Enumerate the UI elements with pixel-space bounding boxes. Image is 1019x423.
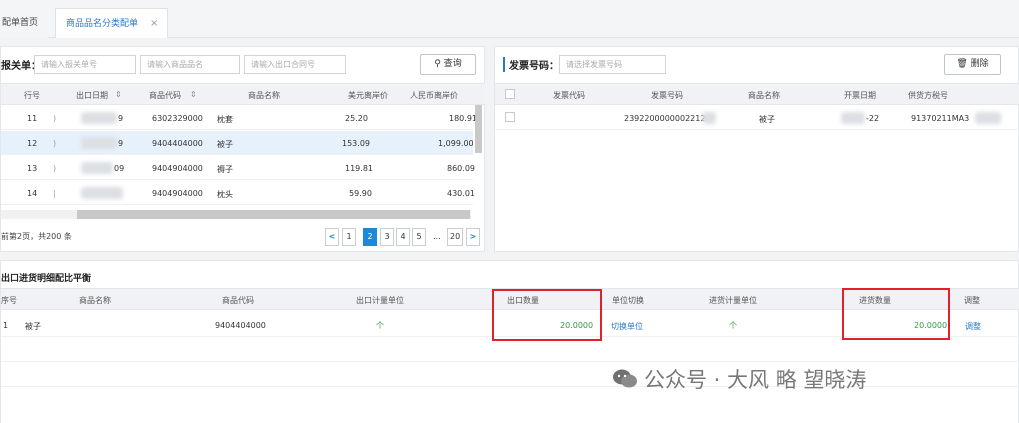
redacted-date <box>81 187 123 199</box>
page-button[interactable]: 4 <box>396 228 410 246</box>
col-import-unit: 进货计量单位 <box>709 296 757 305</box>
balance-panel: 出口进货明细配比平衡 序号 商品名称 商品代码 出口计量单位 出口数量 单位切换… <box>0 260 1019 423</box>
page-button[interactable]: 5 <box>412 228 426 246</box>
tab-bar: 配单首页 商品品名分类配单 × <box>0 0 1019 38</box>
close-icon[interactable]: × <box>150 9 158 39</box>
highlight-export-qty <box>492 289 602 341</box>
col-product-code[interactable]: 商品代码 <box>149 90 181 101</box>
redacted-date <box>81 162 113 174</box>
customs-declaration-panel: 报关单： 请输入报关单号 请输入商品品名 请输入出口合同号 ⚲ 查询 行号 出口… <box>0 46 485 252</box>
query-button-label: 查询 <box>443 59 462 69</box>
highlight-import-qty <box>842 288 950 340</box>
watermark-text: 公众号 · 大风 略 望晓涛 <box>644 368 867 392</box>
select-all-checkbox[interactable] <box>505 89 515 99</box>
col-export-unit: 出口计量单位 <box>356 296 404 305</box>
table-row[interactable]: 13 ) 09 9404904000 褥子 119.81 860.09 <box>1 156 475 180</box>
invoice-panel: 发票号码： 请选择发票号码 🗑 删除 发票代码 发票号码 商品名称 开票日期 供… <box>494 46 1019 252</box>
redacted-date <box>81 112 117 124</box>
invoice-number-label: 发票号码： <box>503 57 559 72</box>
col-product-name: 商品名称 <box>79 296 111 305</box>
product-name-input[interactable]: 请输入商品品名 <box>140 55 240 74</box>
horizontal-scrollbar-thumb[interactable] <box>77 210 470 219</box>
col-cny-fob: 人民币离岸价 <box>410 91 458 100</box>
col-product-code: 商品代码 <box>222 296 254 305</box>
col-invoice-code: 发票代码 <box>553 91 585 100</box>
trash-icon: 🗑 <box>956 59 968 69</box>
tab-active-label: 商品品名分类配单 <box>66 19 139 29</box>
col-product-name: 商品名称 <box>748 91 780 100</box>
table-row[interactable]: 11 ) 9 6302329000 枕套 25.20 180.91 <box>1 106 477 130</box>
page-button[interactable]: 3 <box>380 228 394 246</box>
page-ellipsis: ... <box>433 232 441 241</box>
col-supplier-tax-id: 供货方税号 <box>908 91 948 100</box>
col-line-no: 行号 <box>24 91 40 100</box>
col-seq: 序号 <box>1 296 17 305</box>
col-export-date[interactable]: 出口日期 <box>76 90 108 101</box>
section-title: 出口进货明细配比平衡 <box>1 274 92 284</box>
switch-unit-link[interactable]: 切换单位 <box>611 321 643 332</box>
sort-icon[interactable]: ⇕ <box>190 90 197 99</box>
table-row[interactable]: 14 | 9404904000 枕头 59.90 430.01 <box>1 181 475 205</box>
delete-button-label: 删除 <box>970 59 989 69</box>
search-icon: ⚲ <box>434 59 441 69</box>
query-button[interactable]: ⚲ 查询 <box>420 54 476 75</box>
adjust-link[interactable]: 调整 <box>965 321 981 332</box>
sort-icon[interactable]: ⇕ <box>115 90 122 99</box>
table-row-selected[interactable]: 12 ) 9 9404404000 被子 153.09 1,099.00 <box>1 131 474 155</box>
col-invoice-number: 发票号码 <box>651 91 683 100</box>
col-usd-fob: 美元离岸价 <box>348 91 388 100</box>
redacted-tax-id <box>975 112 1001 124</box>
table-row[interactable]: 2392200000002212 被子 -22 91370211MA3 <box>495 106 1019 130</box>
wechat-icon <box>613 369 637 388</box>
redacted-date <box>81 137 117 149</box>
redacted-date <box>841 112 865 124</box>
col-unit-switch: 单位切换 <box>612 296 644 305</box>
tab-category-matching[interactable]: 商品品名分类配单 × <box>55 8 168 38</box>
prev-page-button[interactable]: < <box>325 228 339 246</box>
invoice-number-input[interactable]: 请选择发票号码 <box>559 55 666 74</box>
vertical-scrollbar[interactable] <box>475 105 482 153</box>
next-page-button[interactable]: > <box>466 228 480 246</box>
col-product-name: 商品名称 <box>248 91 280 100</box>
row-checkbox[interactable] <box>505 112 515 122</box>
delete-button[interactable]: 🗑 删除 <box>944 54 1001 75</box>
page-button-current[interactable]: 2 <box>363 228 377 246</box>
page-button[interactable]: 20 <box>447 228 464 246</box>
pager-summary: 前第2页，共200 条 <box>1 232 72 241</box>
empty-row <box>1 338 1019 362</box>
contract-number-input[interactable]: 请输入出口合同号 <box>244 55 346 74</box>
invoice-table-header: 发票代码 发票号码 商品名称 开票日期 供货方税号 <box>495 83 1019 105</box>
redacted-invoice-suffix <box>702 112 716 124</box>
col-adjust: 调整 <box>964 296 980 305</box>
declaration-table-header: 行号 出口日期 ⇕ 商品代码 ⇕ 商品名称 美元离岸价 人民币离岸价 <box>1 83 485 105</box>
declaration-number-input[interactable]: 请输入报关单号 <box>34 55 136 74</box>
tab-home[interactable]: 配单首页 <box>0 8 48 38</box>
page-button[interactable]: 1 <box>342 228 356 246</box>
col-issue-date: 开票日期 <box>844 91 876 100</box>
